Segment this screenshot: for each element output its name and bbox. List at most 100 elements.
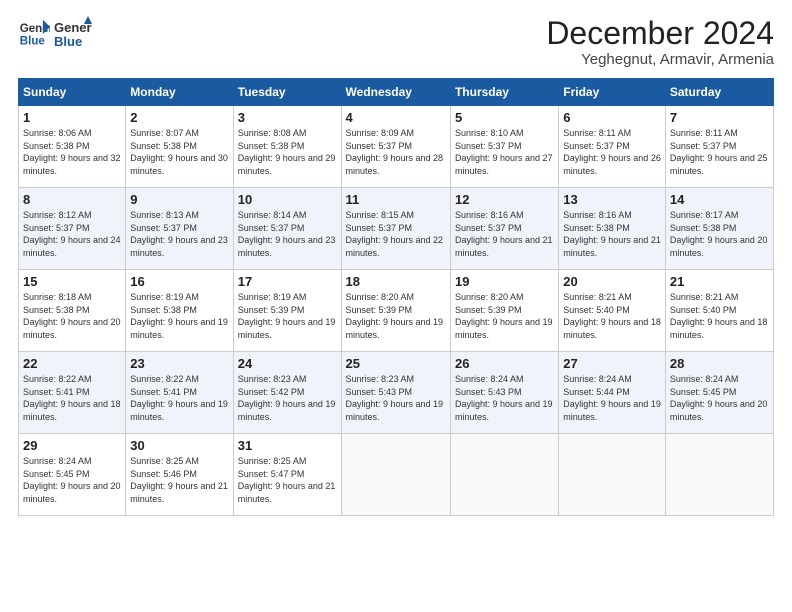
day-info: Sunrise: 8:20 AM Sunset: 5:39 PM Dayligh…	[455, 291, 554, 341]
day-number: 25	[346, 356, 446, 371]
svg-text:Blue: Blue	[20, 36, 46, 48]
calendar-cell: 31 Sunrise: 8:25 AM Sunset: 5:47 PM Dayl…	[233, 434, 341, 516]
logo-bird-icon: General Blue	[54, 16, 92, 52]
logo: General Blue General Blue	[18, 16, 92, 52]
day-info: Sunrise: 8:10 AM Sunset: 5:37 PM Dayligh…	[455, 127, 554, 177]
day-info: Sunrise: 8:20 AM Sunset: 5:39 PM Dayligh…	[346, 291, 446, 341]
calendar-cell	[665, 434, 773, 516]
day-number: 20	[563, 274, 661, 289]
day-number: 23	[130, 356, 228, 371]
day-info: Sunrise: 8:17 AM Sunset: 5:38 PM Dayligh…	[670, 209, 769, 259]
calendar-cell: 5 Sunrise: 8:10 AM Sunset: 5:37 PM Dayli…	[450, 106, 558, 188]
month-title: December 2024	[546, 16, 774, 51]
day-number: 21	[670, 274, 769, 289]
day-info: Sunrise: 8:08 AM Sunset: 5:38 PM Dayligh…	[238, 127, 337, 177]
day-number: 15	[23, 274, 121, 289]
calendar-cell: 14 Sunrise: 8:17 AM Sunset: 5:38 PM Dayl…	[665, 188, 773, 270]
calendar-cell: 6 Sunrise: 8:11 AM Sunset: 5:37 PM Dayli…	[559, 106, 666, 188]
calendar-header-monday: Monday	[126, 79, 233, 106]
calendar-header-row: SundayMondayTuesdayWednesdayThursdayFrid…	[19, 79, 774, 106]
day-info: Sunrise: 8:19 AM Sunset: 5:39 PM Dayligh…	[238, 291, 337, 341]
day-number: 17	[238, 274, 337, 289]
day-number: 14	[670, 192, 769, 207]
day-info: Sunrise: 8:16 AM Sunset: 5:37 PM Dayligh…	[455, 209, 554, 259]
calendar-cell: 2 Sunrise: 8:07 AM Sunset: 5:38 PM Dayli…	[126, 106, 233, 188]
day-info: Sunrise: 8:19 AM Sunset: 5:38 PM Dayligh…	[130, 291, 228, 341]
calendar-cell: 7 Sunrise: 8:11 AM Sunset: 5:37 PM Dayli…	[665, 106, 773, 188]
page: General Blue General Blue December 2024 …	[0, 0, 792, 612]
calendar-cell	[559, 434, 666, 516]
calendar-cell: 12 Sunrise: 8:16 AM Sunset: 5:37 PM Dayl…	[450, 188, 558, 270]
svg-text:Blue: Blue	[54, 34, 82, 49]
calendar-cell: 11 Sunrise: 8:15 AM Sunset: 5:37 PM Dayl…	[341, 188, 450, 270]
calendar-header-wednesday: Wednesday	[341, 79, 450, 106]
day-number: 19	[455, 274, 554, 289]
day-info: Sunrise: 8:24 AM Sunset: 5:45 PM Dayligh…	[670, 373, 769, 423]
calendar-cell: 21 Sunrise: 8:21 AM Sunset: 5:40 PM Dayl…	[665, 270, 773, 352]
calendar-cell: 16 Sunrise: 8:19 AM Sunset: 5:38 PM Dayl…	[126, 270, 233, 352]
day-info: Sunrise: 8:09 AM Sunset: 5:37 PM Dayligh…	[346, 127, 446, 177]
day-number: 2	[130, 110, 228, 125]
calendar-cell: 4 Sunrise: 8:09 AM Sunset: 5:37 PM Dayli…	[341, 106, 450, 188]
day-number: 27	[563, 356, 661, 371]
day-info: Sunrise: 8:14 AM Sunset: 5:37 PM Dayligh…	[238, 209, 337, 259]
calendar-cell: 20 Sunrise: 8:21 AM Sunset: 5:40 PM Dayl…	[559, 270, 666, 352]
day-number: 18	[346, 274, 446, 289]
day-number: 1	[23, 110, 121, 125]
calendar-cell: 19 Sunrise: 8:20 AM Sunset: 5:39 PM Dayl…	[450, 270, 558, 352]
calendar-cell: 22 Sunrise: 8:22 AM Sunset: 5:41 PM Dayl…	[19, 352, 126, 434]
calendar-cell: 10 Sunrise: 8:14 AM Sunset: 5:37 PM Dayl…	[233, 188, 341, 270]
day-number: 3	[238, 110, 337, 125]
day-info: Sunrise: 8:21 AM Sunset: 5:40 PM Dayligh…	[563, 291, 661, 341]
day-number: 16	[130, 274, 228, 289]
calendar-cell	[450, 434, 558, 516]
calendar-cell: 29 Sunrise: 8:24 AM Sunset: 5:45 PM Dayl…	[19, 434, 126, 516]
calendar-week-row: 8 Sunrise: 8:12 AM Sunset: 5:37 PM Dayli…	[19, 188, 774, 270]
day-number: 24	[238, 356, 337, 371]
calendar-cell: 3 Sunrise: 8:08 AM Sunset: 5:38 PM Dayli…	[233, 106, 341, 188]
day-info: Sunrise: 8:22 AM Sunset: 5:41 PM Dayligh…	[130, 373, 228, 423]
calendar-cell: 18 Sunrise: 8:20 AM Sunset: 5:39 PM Dayl…	[341, 270, 450, 352]
day-number: 7	[670, 110, 769, 125]
day-info: Sunrise: 8:18 AM Sunset: 5:38 PM Dayligh…	[23, 291, 121, 341]
day-number: 29	[23, 438, 121, 453]
calendar-cell: 28 Sunrise: 8:24 AM Sunset: 5:45 PM Dayl…	[665, 352, 773, 434]
calendar-cell: 9 Sunrise: 8:13 AM Sunset: 5:37 PM Dayli…	[126, 188, 233, 270]
calendar-header-thursday: Thursday	[450, 79, 558, 106]
day-number: 13	[563, 192, 661, 207]
day-info: Sunrise: 8:24 AM Sunset: 5:44 PM Dayligh…	[563, 373, 661, 423]
calendar-week-row: 29 Sunrise: 8:24 AM Sunset: 5:45 PM Dayl…	[19, 434, 774, 516]
day-number: 12	[455, 192, 554, 207]
calendar-header-saturday: Saturday	[665, 79, 773, 106]
day-number: 5	[455, 110, 554, 125]
day-info: Sunrise: 8:07 AM Sunset: 5:38 PM Dayligh…	[130, 127, 228, 177]
calendar-week-row: 1 Sunrise: 8:06 AM Sunset: 5:38 PM Dayli…	[19, 106, 774, 188]
calendar-cell: 30 Sunrise: 8:25 AM Sunset: 5:46 PM Dayl…	[126, 434, 233, 516]
day-info: Sunrise: 8:23 AM Sunset: 5:43 PM Dayligh…	[346, 373, 446, 423]
header: General Blue General Blue December 2024 …	[18, 16, 774, 68]
day-info: Sunrise: 8:15 AM Sunset: 5:37 PM Dayligh…	[346, 209, 446, 259]
calendar-cell: 27 Sunrise: 8:24 AM Sunset: 5:44 PM Dayl…	[559, 352, 666, 434]
day-info: Sunrise: 8:25 AM Sunset: 5:47 PM Dayligh…	[238, 455, 337, 505]
day-info: Sunrise: 8:11 AM Sunset: 5:37 PM Dayligh…	[563, 127, 661, 177]
day-number: 31	[238, 438, 337, 453]
calendar-cell: 24 Sunrise: 8:23 AM Sunset: 5:42 PM Dayl…	[233, 352, 341, 434]
calendar-week-row: 15 Sunrise: 8:18 AM Sunset: 5:38 PM Dayl…	[19, 270, 774, 352]
calendar-header-friday: Friday	[559, 79, 666, 106]
day-number: 30	[130, 438, 228, 453]
calendar-header-sunday: Sunday	[19, 79, 126, 106]
day-info: Sunrise: 8:21 AM Sunset: 5:40 PM Dayligh…	[670, 291, 769, 341]
day-info: Sunrise: 8:12 AM Sunset: 5:37 PM Dayligh…	[23, 209, 121, 259]
calendar-cell: 26 Sunrise: 8:24 AM Sunset: 5:43 PM Dayl…	[450, 352, 558, 434]
calendar-cell: 15 Sunrise: 8:18 AM Sunset: 5:38 PM Dayl…	[19, 270, 126, 352]
day-number: 11	[346, 192, 446, 207]
calendar-cell: 23 Sunrise: 8:22 AM Sunset: 5:41 PM Dayl…	[126, 352, 233, 434]
calendar-cell: 13 Sunrise: 8:16 AM Sunset: 5:38 PM Dayl…	[559, 188, 666, 270]
calendar-cell: 8 Sunrise: 8:12 AM Sunset: 5:37 PM Dayli…	[19, 188, 126, 270]
day-info: Sunrise: 8:24 AM Sunset: 5:45 PM Dayligh…	[23, 455, 121, 505]
day-number: 26	[455, 356, 554, 371]
calendar-table: SundayMondayTuesdayWednesdayThursdayFrid…	[18, 78, 774, 516]
calendar-cell	[341, 434, 450, 516]
day-number: 22	[23, 356, 121, 371]
day-info: Sunrise: 8:24 AM Sunset: 5:43 PM Dayligh…	[455, 373, 554, 423]
